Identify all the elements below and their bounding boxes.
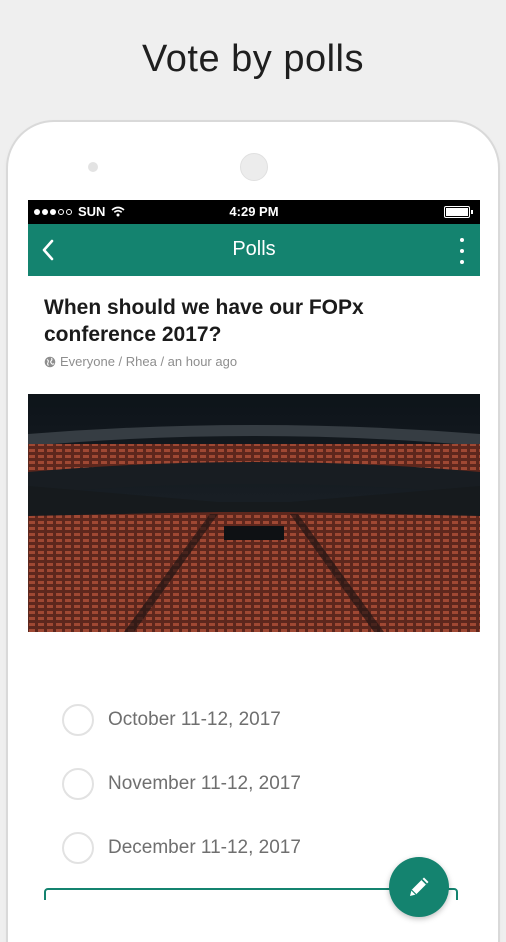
phone-camera xyxy=(88,162,98,172)
globe-icon xyxy=(44,356,56,367)
poll-question: When should we have our FOPx conference … xyxy=(44,296,364,346)
status-bar: SUN 4:29 PM xyxy=(28,200,480,224)
auditorium-image xyxy=(28,394,480,632)
radio-button[interactable] xyxy=(62,832,94,864)
radio-button[interactable] xyxy=(62,704,94,736)
compose-fab[interactable] xyxy=(389,857,449,917)
poll-option-1[interactable]: October 11-12, 2017 xyxy=(62,702,422,738)
app-bar: Polls xyxy=(28,224,480,276)
more-vertical-icon xyxy=(460,238,464,242)
phone-speaker xyxy=(240,153,268,181)
battery-icon xyxy=(444,206,473,218)
poll-hero-image xyxy=(28,394,480,632)
poll-meta: Everyone / Rhea / an hour ago xyxy=(44,354,237,369)
poll-option-2[interactable]: November 11-12, 2017 xyxy=(62,766,422,802)
poll-option-label: December 11-12, 2017 xyxy=(108,837,301,858)
poll-meta-text: Everyone / Rhea / an hour ago xyxy=(60,354,238,369)
radio-button[interactable] xyxy=(62,768,94,800)
poll-option-label: November 11-12, 2017 xyxy=(108,773,301,794)
status-time: 4:29 PM xyxy=(229,204,279,219)
page-title: Polls xyxy=(232,238,276,260)
more-options-button[interactable] xyxy=(458,238,466,264)
poll-option-3[interactable]: December 11-12, 2017 xyxy=(62,830,422,866)
phone-screen: SUN 4:29 PM Polls When should we have ou… xyxy=(28,200,480,900)
promo-headline: Vote by polls xyxy=(142,38,364,80)
edit-pencil-icon xyxy=(410,877,429,896)
poll-option-label: October 11-12, 2017 xyxy=(108,709,281,730)
